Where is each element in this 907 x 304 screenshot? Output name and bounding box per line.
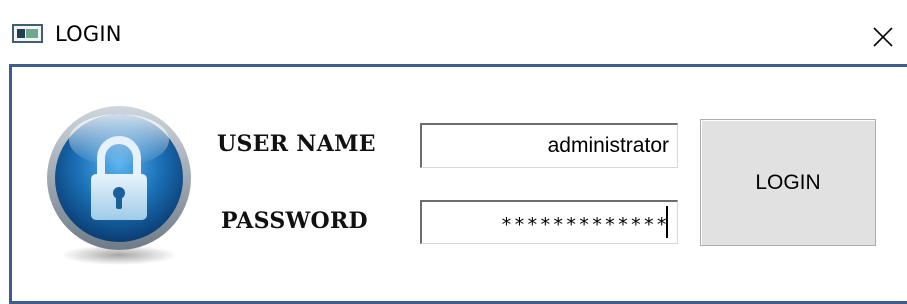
login-window: LOGIN USER NAME administrator PASSWORD *… bbox=[0, 0, 907, 304]
password-input[interactable] bbox=[420, 200, 678, 244]
login-button[interactable]: LOGIN bbox=[700, 119, 876, 246]
window-title: LOGIN bbox=[55, 22, 122, 46]
close-button[interactable] bbox=[866, 18, 902, 54]
text-caret bbox=[666, 206, 668, 238]
application-window-icon bbox=[12, 24, 43, 43]
padlock-icon bbox=[39, 100, 199, 270]
username-label: USER NAME bbox=[217, 131, 376, 157]
password-label: PASSWORD bbox=[221, 208, 368, 234]
close-icon bbox=[873, 27, 893, 47]
username-input[interactable] bbox=[420, 123, 678, 168]
window-left-edge bbox=[0, 64, 9, 304]
title-bar[interactable]: LOGIN bbox=[0, 0, 907, 64]
